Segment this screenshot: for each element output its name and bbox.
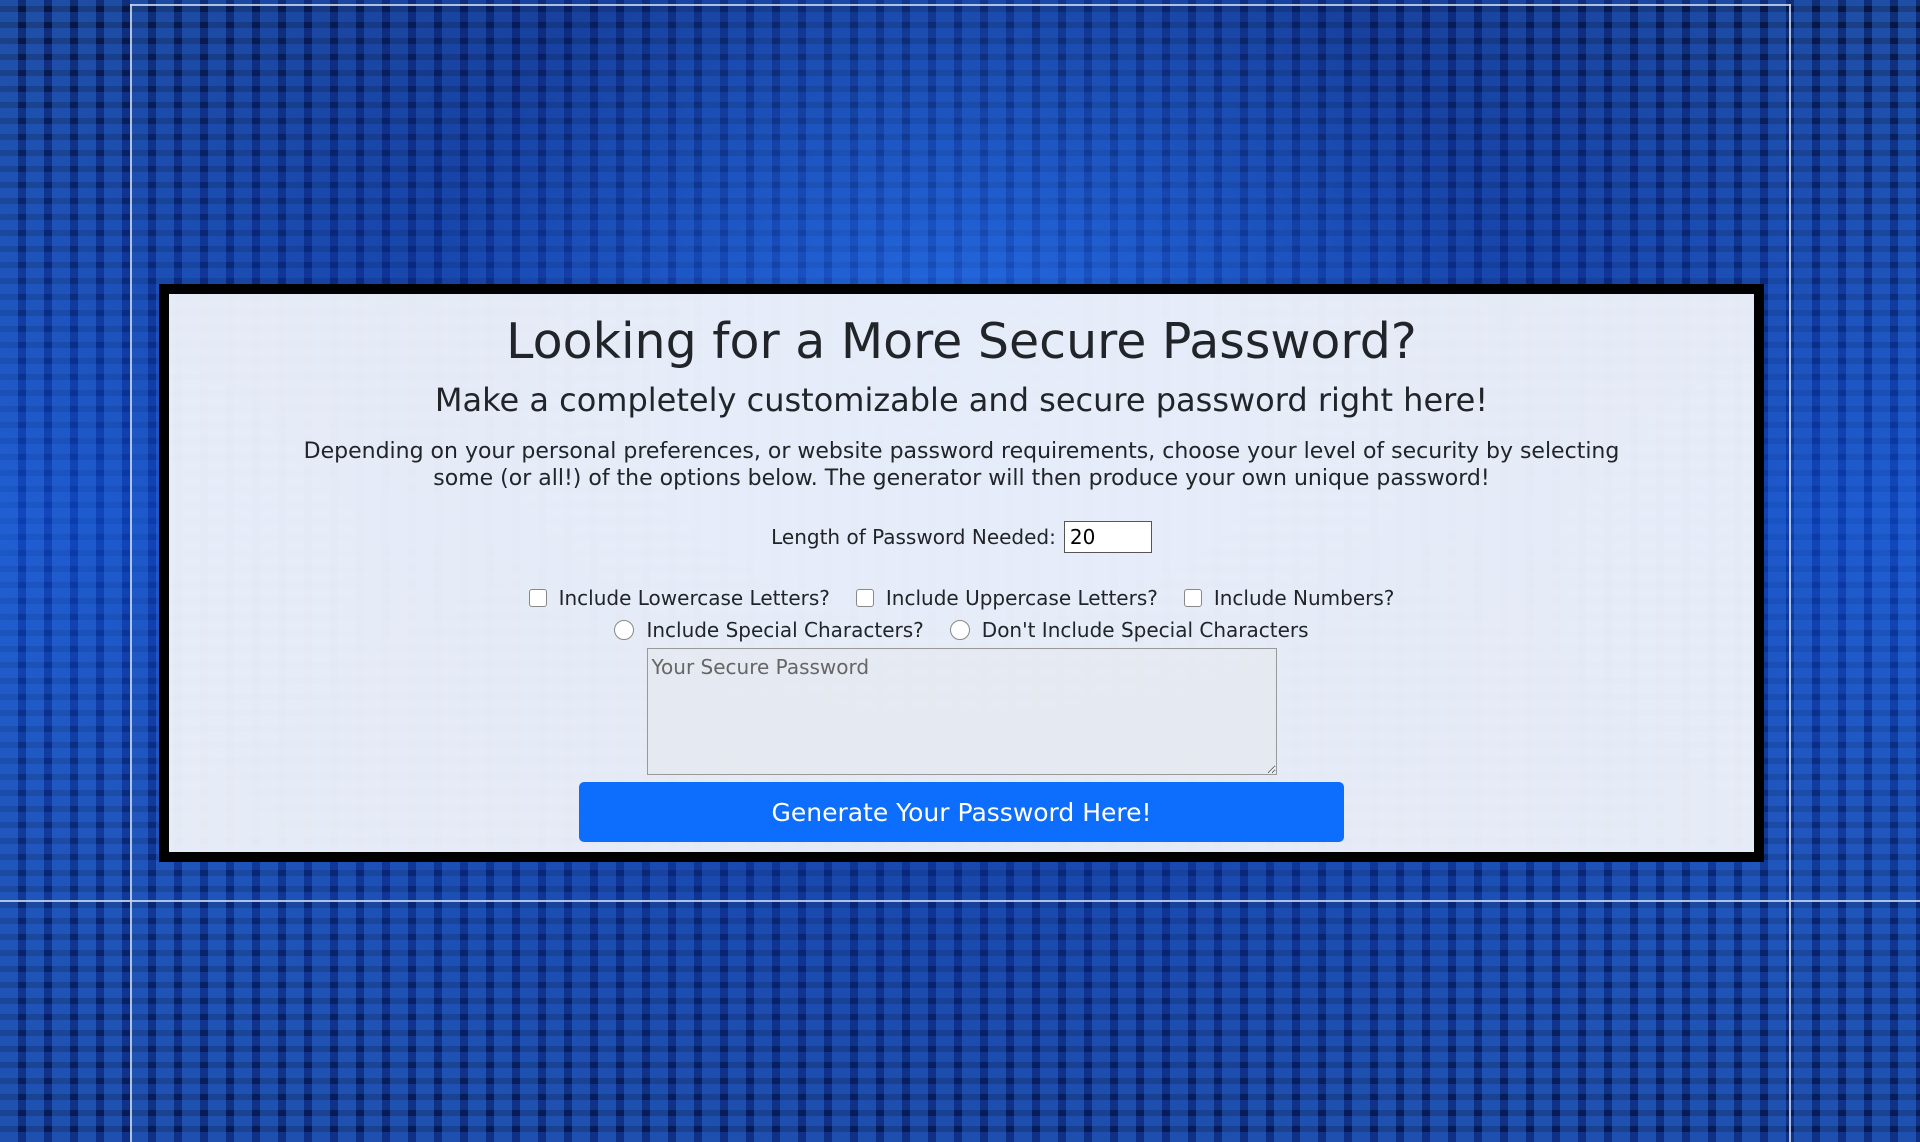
password-output[interactable] — [646, 648, 1277, 775]
options-row-1: Include Lowercase Letters? Include Upper… — [169, 582, 1754, 614]
option-special[interactable]: Include Special Characters? — [614, 618, 924, 642]
option-no-special[interactable]: Don't Include Special Characters — [949, 618, 1309, 642]
option-uppercase[interactable]: Include Uppercase Letters? — [855, 586, 1158, 610]
frame-line-right — [1789, 4, 1791, 1142]
length-row: Length of Password Needed: — [169, 518, 1754, 556]
options-group: Include Lowercase Letters? Include Upper… — [169, 582, 1754, 646]
special-label: Include Special Characters? — [646, 618, 924, 642]
page-title: Looking for a More Secure Password? — [506, 313, 1417, 370]
frame-line-left — [130, 4, 132, 1142]
special-radio[interactable] — [614, 620, 635, 640]
lowercase-label: Include Lowercase Letters? — [558, 586, 830, 610]
uppercase-label: Include Uppercase Letters? — [885, 586, 1158, 610]
length-input[interactable] — [1063, 521, 1152, 553]
page: { "header": { "title": "Looking for a Mo… — [0, 0, 1920, 1142]
uppercase-checkbox[interactable] — [855, 589, 874, 607]
length-label: Length of Password Needed: — [771, 525, 1056, 549]
numbers-checkbox[interactable] — [1183, 589, 1202, 607]
numbers-label: Include Numbers? — [1213, 586, 1395, 610]
no-special-label: Don't Include Special Characters — [981, 618, 1309, 642]
page-subtitle: Make a completely customizable and secur… — [434, 381, 1489, 419]
option-lowercase[interactable]: Include Lowercase Letters? — [528, 586, 830, 610]
lowercase-checkbox[interactable] — [528, 589, 547, 607]
no-special-radio[interactable] — [949, 620, 970, 640]
frame-line-top — [130, 4, 1791, 6]
option-numbers[interactable]: Include Numbers? — [1183, 586, 1395, 610]
options-row-2: Include Special Characters? Don't Includ… — [169, 614, 1754, 646]
description-text: Depending on your personal preferences, … — [303, 439, 1620, 491]
generate-button[interactable]: Generate Your Password Here! — [579, 782, 1344, 842]
frame-line-mid — [0, 900, 1920, 902]
generator-panel: Looking for a More Secure Password? Make… — [159, 284, 1764, 862]
